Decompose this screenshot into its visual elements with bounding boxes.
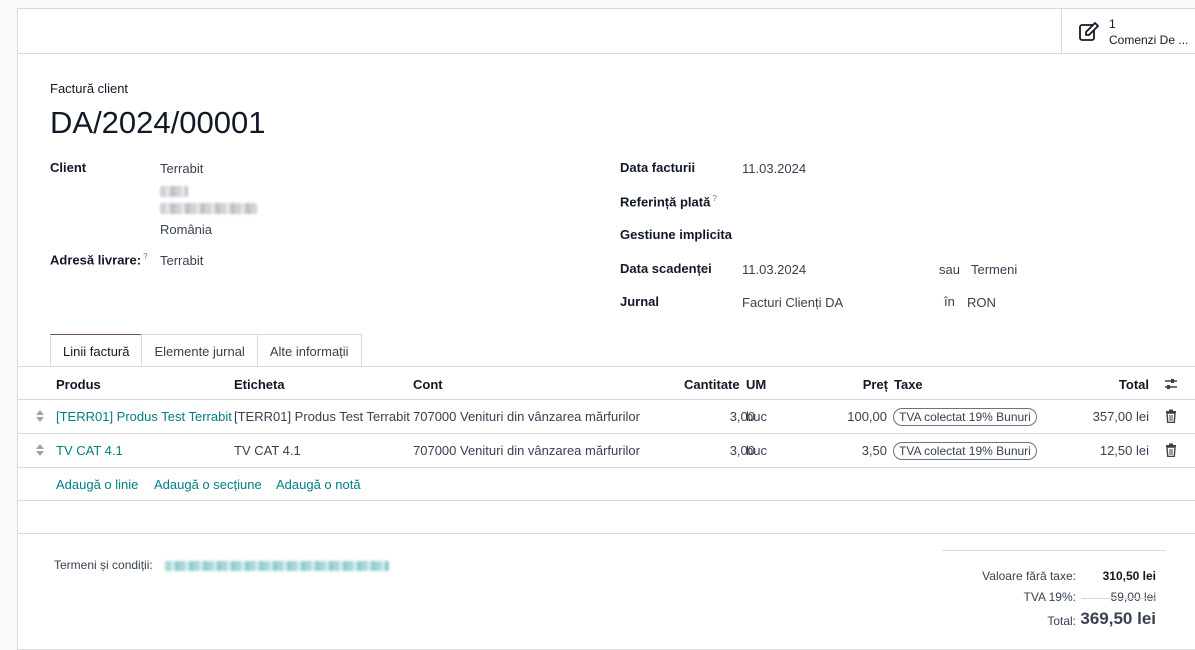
row-total: 357,00 lei xyxy=(1092,409,1149,424)
document-type: Factură client xyxy=(50,81,129,96)
invoice-date-field[interactable]: 11.03.2024 xyxy=(742,161,806,176)
delivery-address-label: Adresă livrare:? xyxy=(50,252,148,267)
trash-icon[interactable] xyxy=(1165,409,1177,423)
column-price[interactable]: Preț xyxy=(863,377,888,392)
row-price[interactable]: 100,00 xyxy=(847,409,887,424)
payment-reference-label: Referință plată? xyxy=(620,194,717,209)
delivery-address-label-text: Adresă livrare: xyxy=(50,252,142,268)
help-tooltip-icon[interactable]: ? xyxy=(143,252,147,261)
table-row[interactable]: TV CAT 4.1 TV CAT 4.1 707000 Venituri di… xyxy=(18,434,1195,468)
sale-orders-smart-button[interactable]: 1 Comenzi De ... xyxy=(1061,9,1195,53)
invoice-form-sheet: 1 Comenzi De ... Factură client DA/2024/… xyxy=(17,8,1195,650)
column-label[interactable]: Eticheta xyxy=(234,377,285,392)
add-section-link[interactable]: Adaugă o secțiune xyxy=(154,477,262,492)
row-label[interactable]: [TERR01] Produs Test Terrabit xyxy=(234,409,410,424)
total-label: Total: xyxy=(1047,614,1076,628)
smart-button-bar: 1 Comenzi De ... xyxy=(18,9,1195,54)
currency-field[interactable]: RON xyxy=(967,295,996,310)
trash-icon[interactable] xyxy=(1165,443,1177,457)
column-product[interactable]: Produs xyxy=(56,377,101,392)
journal-label: Jurnal xyxy=(620,294,660,309)
help-tooltip-icon[interactable]: ? xyxy=(712,194,716,203)
default-stock-label: Gestiune implicita xyxy=(620,227,732,242)
untaxed-amount-value: 310,50 lei xyxy=(1102,569,1156,583)
tab-invoice-lines[interactable]: Linii factură xyxy=(50,334,143,367)
row-uom[interactable]: buc xyxy=(746,443,767,458)
untaxed-amount-label: Valoare fără taxe: xyxy=(982,569,1076,583)
table-row[interactable]: [TERR01] Produs Test Terrabit [TERR01] P… xyxy=(18,400,1195,434)
default-stock-input[interactable] xyxy=(742,222,1162,246)
add-line-link[interactable]: Adaugă o linie xyxy=(56,477,138,492)
invoice-number: DA/2024/00001 xyxy=(50,105,266,140)
row-account[interactable]: 707000 Venituri din vânzarea mărfurilor xyxy=(413,443,640,458)
add-note-link[interactable]: Adaugă o notă xyxy=(276,477,361,492)
or-label: sau xyxy=(939,262,960,277)
drag-handle-icon[interactable] xyxy=(36,444,44,456)
edit-document-icon xyxy=(1079,22,1099,41)
tax-totals: Valoare fără taxe: 310,50 lei TVA 19%: 5… xyxy=(942,550,1166,628)
smart-button-label: Comenzi De ... xyxy=(1109,33,1189,47)
invoice-date-label: Data facturii xyxy=(620,160,696,175)
row-product[interactable]: TV CAT 4.1 xyxy=(56,443,123,458)
due-date-field[interactable]: 11.03.2024 xyxy=(742,262,806,277)
smart-button-count: 1 xyxy=(1109,17,1116,31)
column-total[interactable]: Total xyxy=(1119,377,1149,392)
terms-link-redacted[interactable] xyxy=(165,561,389,571)
terms-label: Termeni și condiții: xyxy=(54,558,153,572)
column-uom[interactable]: UM xyxy=(746,377,766,392)
notebook-tabs: Linii factură Elemente jurnal Alte infor… xyxy=(50,334,362,367)
add-line-row: Adaugă o linie Adaugă o secțiune Adaugă … xyxy=(18,468,1195,501)
row-uom[interactable]: buc xyxy=(746,409,767,424)
in-label: în xyxy=(944,294,955,309)
due-date-label: Data scadenței xyxy=(620,261,712,276)
column-account[interactable]: Cont xyxy=(413,377,443,392)
client-country: România xyxy=(160,222,213,237)
journal-field[interactable]: Facturi Clienți DA xyxy=(742,295,843,310)
optional-columns-icon[interactable] xyxy=(1164,377,1178,391)
column-taxes[interactable]: Taxe xyxy=(894,377,923,392)
tab-other-info[interactable]: Alte informații xyxy=(256,334,362,367)
invoice-lines-header: Produs Eticheta Cont Cantitate UM Preț T… xyxy=(18,367,1195,400)
payment-reference-label-text: Referință plată xyxy=(620,194,711,210)
client-name[interactable]: Terrabit xyxy=(160,161,203,176)
total-value: 369,50 lei xyxy=(1080,609,1156,628)
client-address-redacted xyxy=(160,203,258,214)
client-address-redacted xyxy=(160,186,188,197)
client-label: Client xyxy=(50,160,87,175)
row-tax-badge[interactable]: TVA colectat 19% Bunuri xyxy=(893,442,1037,460)
row-total: 12,50 lei xyxy=(1099,443,1149,458)
row-account[interactable]: 707000 Venituri din vânzarea mărfurilor xyxy=(413,409,640,424)
vat-value: 59,00 lei xyxy=(1110,590,1156,604)
column-quantity[interactable]: Cantitate xyxy=(684,377,740,392)
vat-label: TVA 19%: xyxy=(1023,590,1076,604)
tab-journal-items[interactable]: Elemente jurnal xyxy=(141,334,258,367)
drag-handle-icon[interactable] xyxy=(36,410,44,422)
lines-bottom-divider xyxy=(18,533,1195,534)
row-price[interactable]: 3,50 xyxy=(862,443,887,458)
row-product[interactable]: [TERR01] Produs Test Terrabit xyxy=(56,409,232,424)
terms-and-conditions: Termeni și condiții: xyxy=(54,558,153,572)
delivery-address-value[interactable]: Terrabit xyxy=(160,253,203,268)
payment-terms-field[interactable]: Termeni xyxy=(971,262,1017,277)
totals-divider xyxy=(1081,598,1156,599)
row-tax-badge[interactable]: TVA colectat 19% Bunuri xyxy=(893,408,1037,426)
payment-reference-input[interactable] xyxy=(742,189,1162,213)
row-label[interactable]: TV CAT 4.1 xyxy=(234,443,301,458)
